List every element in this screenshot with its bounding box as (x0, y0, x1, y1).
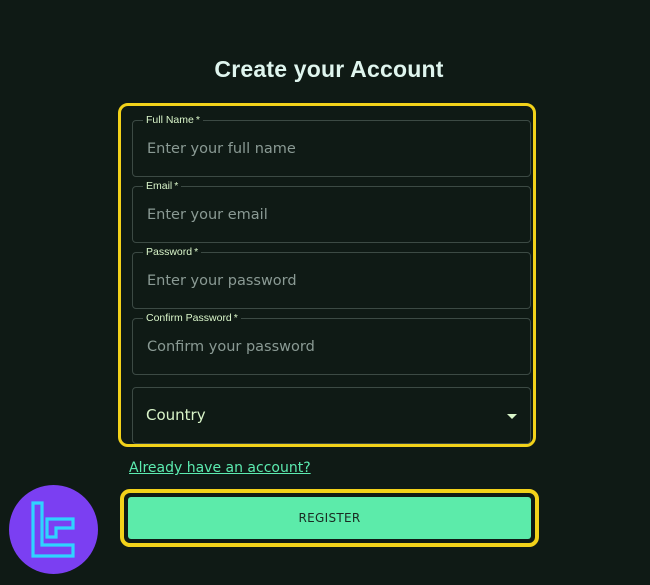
required-mark: * (195, 114, 200, 126)
password-input[interactable] (133, 253, 530, 308)
email-input[interactable] (133, 187, 530, 242)
full-name-label: Full Name * (143, 114, 203, 126)
password-field: Password * (132, 246, 531, 309)
password-label: Password * (143, 246, 202, 258)
signup-form: Full Name* Email* Password* Confirm Pass… (118, 103, 536, 447)
confirm-password-field: Confirm Password * (132, 312, 531, 375)
email-label: Email * (143, 180, 182, 192)
page-title: Create your Account (214, 56, 444, 82)
full-name-field: Full Name* (132, 114, 531, 177)
confirm-password-label: Confirm Password * (143, 312, 241, 324)
chevron-down-icon (507, 414, 517, 419)
login-link[interactable]: Already have an account? (129, 460, 311, 476)
full-name-input[interactable] (133, 121, 530, 176)
required-mark: * (233, 312, 238, 324)
country-select-value: Country (146, 406, 206, 424)
email-field: Email* (132, 180, 531, 243)
register-button-frame: REGISTER (120, 489, 539, 547)
register-button[interactable]: REGISTER (128, 497, 531, 539)
required-mark: * (174, 180, 179, 192)
required-mark: * (194, 246, 199, 258)
country-select[interactable]: Country (132, 387, 531, 444)
confirm-password-input[interactable] (133, 319, 530, 374)
brand-logo-icon (9, 485, 98, 574)
